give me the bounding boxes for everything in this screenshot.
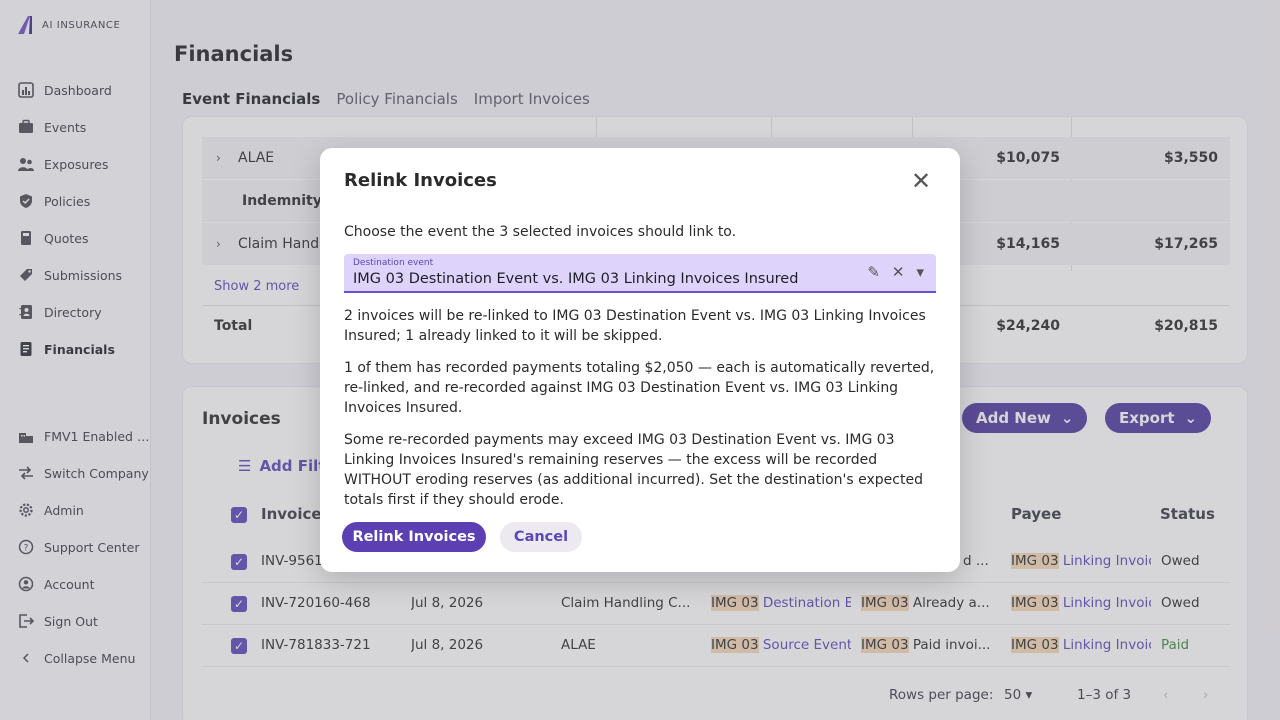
field-value[interactable]: IMG 03 Destination Event vs. IMG 03 Link…	[353, 271, 798, 287]
relink-invoices-dialog: Relink Invoices ✕ Choose the event the 3…	[320, 148, 960, 572]
edit-icon[interactable]: ✎	[867, 263, 880, 281]
cancel-button[interactable]: Cancel	[500, 522, 582, 552]
dialog-paragraph-1: 2 invoices will be re-linked to IMG 03 D…	[344, 308, 926, 344]
dialog-paragraph-2: 1 of them has recorded payments totaling…	[344, 360, 935, 416]
field-label: Destination event	[353, 258, 434, 268]
dropdown-arrow-icon[interactable]: ▾	[916, 263, 924, 281]
clear-icon[interactable]: ✕	[892, 263, 905, 281]
relink-invoices-button[interactable]: Relink Invoices	[342, 522, 486, 552]
destination-event-field[interactable]: Destination event IMG 03 Destination Eve…	[344, 254, 936, 293]
dialog-title: Relink Invoices	[344, 170, 497, 191]
field-actions: ✎ ✕ ▾	[867, 263, 924, 281]
dialog-intro: Choose the event the 3 selected invoices…	[344, 224, 737, 240]
dialog-paragraph-3: Some re-recorded payments may exceed IMG…	[344, 432, 923, 508]
close-icon[interactable]: ✕	[910, 169, 932, 193]
